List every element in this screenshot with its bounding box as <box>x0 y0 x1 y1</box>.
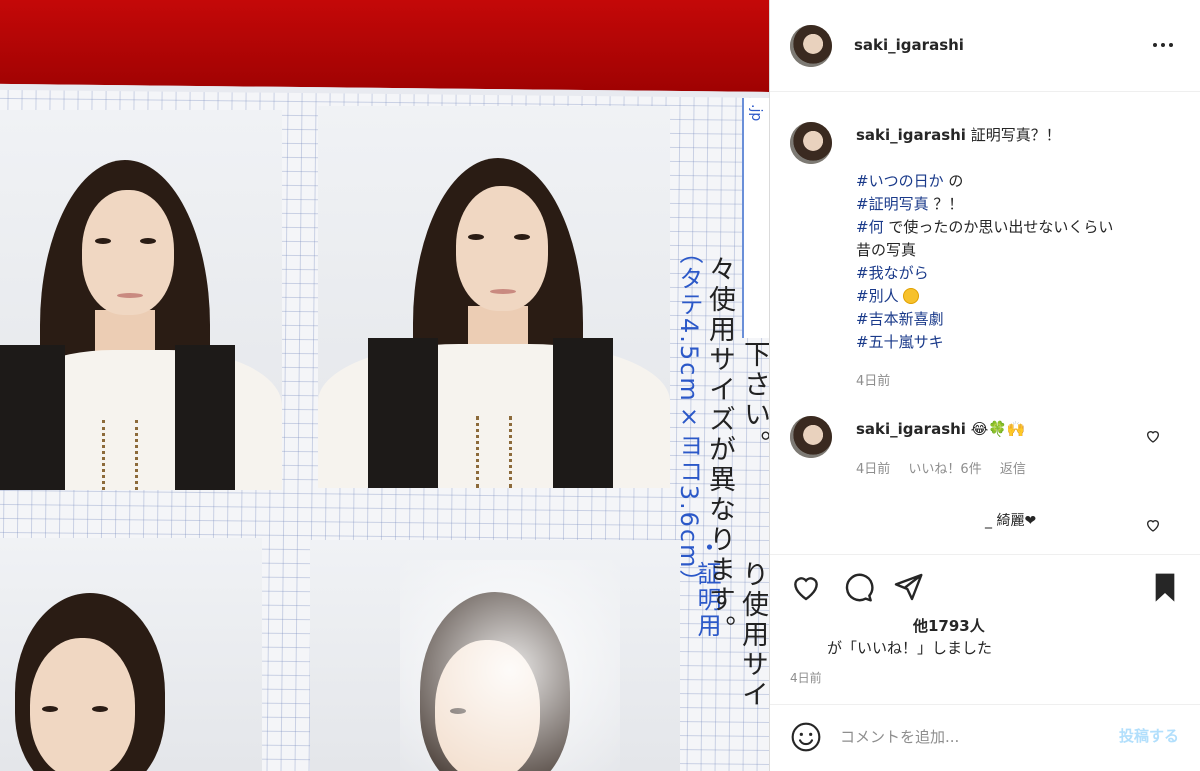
caption-line: #我ながら <box>856 262 1113 285</box>
comment-like-heart-icon[interactable] <box>1145 517 1161 533</box>
post-sidebar: saki_igarashi saki_igarashi 証明写真？！ #いつの日… <box>769 0 1200 771</box>
comment-bar: 投稿する <box>770 704 1200 771</box>
caption-username[interactable]: saki_igarashi <box>856 126 966 144</box>
post-time: 4日前 <box>790 671 822 685</box>
likes-count[interactable]: 他1793人 <box>913 615 985 636</box>
hashtag-link[interactable]: #吉本新喜劇 <box>856 310 944 328</box>
share-paper-plane-icon[interactable] <box>892 571 924 603</box>
caption-line: #別人 <box>856 285 1113 308</box>
comment-meta: 4日前 いいね！6件 返信 <box>856 458 1040 477</box>
caption-body: #いつの日か の #証明写真 ？！ #何 で使ったのか思い出せないくらい 昔の写… <box>856 170 1113 354</box>
caption-line: #五十嵐サキ <box>856 331 1113 354</box>
id-photo-3 <box>0 538 262 771</box>
sheet-tab-text: .jp <box>748 104 764 122</box>
sheet-tab: .jp <box>742 98 769 338</box>
comment-emojis: 😂🍀🙌 <box>970 420 1026 438</box>
comment-bubble-icon[interactable] <box>842 571 874 603</box>
emoji-smile-icon[interactable] <box>790 721 822 753</box>
hashtag-link[interactable]: #五十嵐サキ <box>856 333 944 351</box>
comment-text: _ 綺麗❤ <box>985 513 1037 529</box>
id-photo-2 <box>318 106 670 488</box>
avatar[interactable] <box>790 416 832 458</box>
caption-line: #いつの日か の <box>856 172 964 190</box>
hashtag-link[interactable]: #証明写真 <box>856 195 929 213</box>
comment-like-heart-icon[interactable] <box>1145 428 1161 444</box>
avatar[interactable] <box>790 25 832 67</box>
hashtag-link[interactable]: #我ながら <box>856 264 929 282</box>
likes-text: が「いいね！」しました <box>827 639 993 657</box>
comment-input[interactable] <box>840 723 1090 751</box>
comment-username[interactable]: saki_igarashi <box>856 420 966 438</box>
post-photo[interactable]: （タテ4.5cm×ヨコ3.6cm） ・証明用 々使用サイズが異なります。 ご利用… <box>0 0 769 771</box>
caption-line: #吉本新喜劇 <box>856 308 1113 331</box>
header-username[interactable]: saki_igarashi <box>854 36 964 54</box>
caption-time: 4日前 <box>856 374 891 389</box>
rofl-emoji-icon <box>903 288 920 304</box>
face <box>30 638 135 771</box>
more-options-icon[interactable] <box>1153 38 1175 52</box>
avatar[interactable] <box>790 122 832 164</box>
comment-time: 4日前 <box>856 462 891 477</box>
caption-title: saki_igarashi 証明写真？！ <box>856 124 1061 145</box>
post-comment-button[interactable]: 投稿する <box>1119 725 1179 746</box>
caption-line: #何 で使ったのか思い出せないくらい <box>856 218 1114 236</box>
like-heart-icon[interactable] <box>790 571 822 603</box>
id-photo-1 <box>0 110 282 490</box>
save-bookmark-icon[interactable] <box>1149 571 1181 603</box>
caption-text: 証明写真？！ <box>970 126 1061 144</box>
comment-body: saki_igarashi 😂🍀🙌 <box>856 420 1026 438</box>
sheet-note-text-3: り使用サイ <box>737 560 768 710</box>
comment-reply-link[interactable]: 返信 <box>1000 462 1026 477</box>
caption-line: #証明写真 ？！ <box>856 195 964 213</box>
caption-line: 昔の写真 <box>856 241 917 259</box>
action-bar: 他1793人 が「いいね！」しました 4日前 <box>770 554 1200 704</box>
hashtag-link[interactable]: #いつの日か <box>856 172 944 190</box>
red-background <box>0 0 769 95</box>
hashtag-link[interactable]: #別人 <box>856 287 899 305</box>
post-header: saki_igarashi <box>770 0 1200 92</box>
hashtag-link[interactable]: #何 <box>856 218 884 236</box>
comment-likes-link[interactable]: いいね！6件 <box>908 462 981 477</box>
light-glare <box>400 560 620 771</box>
